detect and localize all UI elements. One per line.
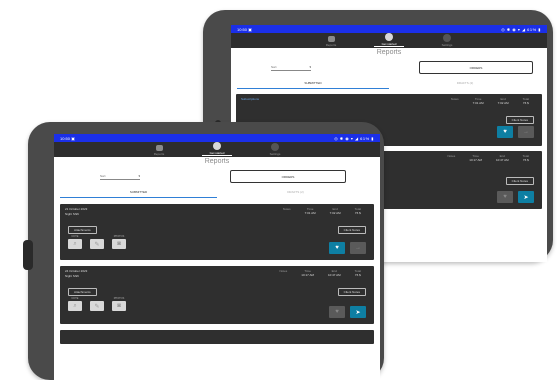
nav-item-get-started[interactable]: Get started [374,33,404,47]
status-bar: 10:50 ▣ ◎ ✱ ◉ ▾ ◢ 61% ▮ [231,25,547,33]
tab-bar: SUBMITTED DRAFTS (2) [54,190,380,198]
search-icon[interactable]: ⌕ [68,239,82,249]
nav-label: Reports [153,152,165,156]
nav-item-reports[interactable]: Reports [316,36,346,47]
col-value: 76 $ [522,101,529,105]
report-card [60,330,374,344]
attachments-button[interactable]: Attachments [68,226,97,234]
tab-submitted[interactable]: SUBMITTED [60,190,217,198]
col-value: 7:01 AM [472,101,484,105]
gear-icon [443,34,451,42]
search-icon[interactable]: ⌕ [68,301,82,311]
caret-down-icon: ▾ [309,64,311,69]
tool-label: PHOTOS [113,297,125,300]
dropdown-value: Sort [100,173,106,178]
nav-bar: Reports Get started Settings [231,33,547,48]
notes-header: Notes [279,269,288,273]
status-time: 10:50 ▣ [237,26,252,32]
col-value: 10:17 AM [301,273,314,277]
dropdown-value: Sort [271,64,277,69]
heart-button[interactable]: ♥ [329,242,345,254]
col-value: 10:47 AM [327,273,341,277]
camera-icon[interactable]: ◙ [112,239,126,249]
send-button[interactable]: → [350,242,366,254]
nav-label: Reports [325,43,337,47]
report-card: 21 October 2023 Night Shift Notes Time 7:… [60,204,374,260]
nav-item-settings[interactable]: Settings [432,34,462,47]
nav-label: Settings [269,152,281,156]
status-icons: ◎ ✱ ◉ ▾ ◢ 61% ▮ [501,26,541,32]
caret-down-icon: ▾ [138,173,140,178]
status-time: 10:50 ▣ [60,135,75,141]
status-bar: 10:50 ▣ ◎ ✱ ◉ ▾ ◢ 61% ▮ [54,134,380,142]
page-title: Reports [204,158,230,165]
page-title: Reports [376,49,402,56]
sort-dropdown[interactable]: Sort ▾ [100,174,140,180]
col-value: 7:01 AM [304,211,316,215]
tab-submitted[interactable]: SUBMITTED [237,81,389,89]
tab-drafts[interactable]: DRAFTS (2) [389,81,541,89]
col-value: 7:02 AM [329,211,341,215]
globe-icon [213,142,221,150]
col-value: 10:17 AM [469,158,482,162]
pencil-icon[interactable]: ✎ [90,301,104,311]
tab-drafts[interactable]: DRAFTS (2) [217,190,374,198]
tab-bar: SUBMITTED DRAFTS (2) [231,81,547,89]
send-button[interactable]: ➤ [518,191,534,203]
power-button [23,240,33,270]
send-button[interactable]: → [518,126,534,138]
card-label: Subscriptions [241,97,260,101]
col-value: 76 $ [354,211,361,215]
globe-icon [385,33,393,41]
camera-icon[interactable]: ◙ [112,301,126,311]
sort-dropdown[interactable]: Sort ▾ [271,65,311,71]
gear-icon [271,143,279,151]
nav-label: Get started [381,42,397,46]
client-notes-button[interactable]: Client Notes [337,288,366,296]
heart-button[interactable]: ♥ [497,191,513,203]
status-icons: ◎ ✱ ◉ ▾ ◢ 61% ▮ [334,135,374,141]
tool-label: PHOTOS [113,235,125,238]
orders-button[interactable]: ORDERS [419,61,533,74]
nav-item-get-started[interactable]: Get started [202,142,232,156]
controls-row: Sort ▾ ORDERS [54,170,380,183]
client-notes-button[interactable]: Client Notes [505,116,534,124]
client-notes-button[interactable]: Client Notes [337,226,366,234]
nav-item-settings[interactable]: Settings [260,143,290,156]
pencil-icon[interactable]: ✎ [90,239,104,249]
nav-label: Get started [209,151,225,155]
nav-item-reports[interactable]: Reports [144,145,174,156]
tablet-front: 10:50 ▣ ◎ ✱ ◉ ▾ ◢ 61% ▮ Reports Get star… [23,122,384,380]
attachments-button[interactable]: Attachments [68,288,97,296]
notes-header: Notes [447,154,456,158]
nav-bar: Reports Get started Settings [54,142,380,157]
col-value: 76 $ [354,273,361,277]
col-value: 76 $ [522,158,529,162]
report-shift: Night Shift [65,212,79,216]
report-card: 24 October 2023 Night Shift Notes Time 10… [60,266,374,324]
screen-front: 10:50 ▣ ◎ ✱ ◉ ▾ ◢ 61% ▮ Reports Get star… [54,134,380,380]
heart-button[interactable]: ♥ [329,306,345,318]
controls-row: Sort ▾ ORDERS [231,61,547,74]
clipboard-icon [327,36,335,42]
send-button[interactable]: ➤ [350,306,366,318]
col-value: 10:47 AM [495,158,509,162]
clipboard-icon [155,145,163,151]
tool-label: NOTE [71,235,79,238]
nav-label: Settings [441,43,453,47]
client-notes-button[interactable]: Client Notes [505,177,534,185]
col-value: 7:02 AM [497,101,509,105]
notes-header: Notes [450,97,459,101]
heart-button[interactable]: ♥ [497,126,513,138]
tool-label: NOTE [71,297,79,300]
report-shift: Night Shift [65,274,79,278]
notes-header: Notes [282,207,291,211]
orders-button[interactable]: ORDERS [230,170,346,183]
